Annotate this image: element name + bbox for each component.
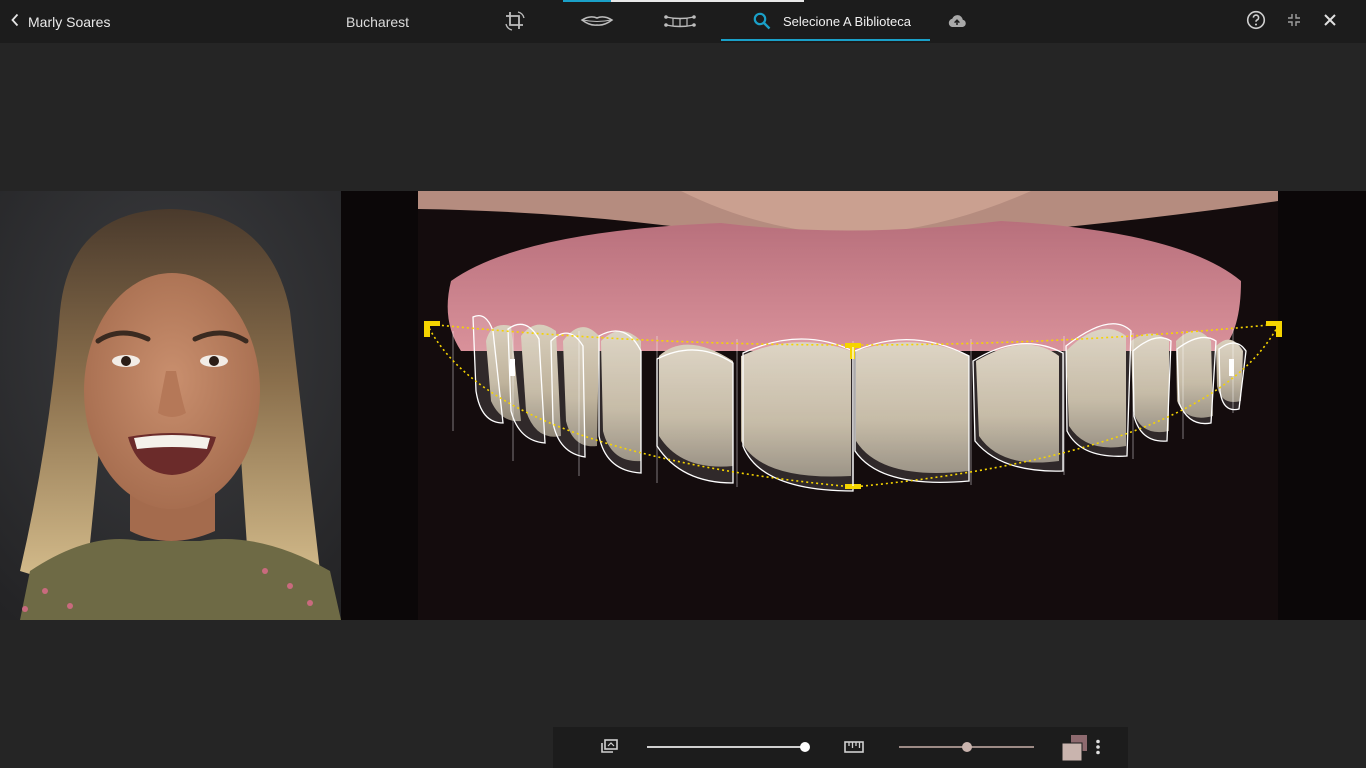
opacity-slider[interactable] bbox=[647, 741, 810, 753]
exit-fullscreen-button[interactable] bbox=[1283, 11, 1305, 33]
color-swatch-button[interactable] bbox=[1061, 734, 1089, 767]
chevron-left-icon bbox=[10, 13, 20, 32]
upload-button[interactable] bbox=[944, 8, 970, 34]
help-icon bbox=[1246, 10, 1266, 35]
size-slider-thumb[interactable] bbox=[961, 742, 972, 752]
patient-name: Marly Soares bbox=[28, 14, 111, 30]
lip-outline-icon bbox=[580, 14, 614, 28]
bottom-toolbar bbox=[553, 727, 1128, 768]
patient-portrait-photo bbox=[0, 191, 341, 620]
color-swatch-icon bbox=[1061, 735, 1089, 766]
more-options-button[interactable] bbox=[1095, 739, 1101, 760]
layers-button[interactable] bbox=[599, 738, 619, 761]
tab-select-library-label: Selecione A Biblioteca bbox=[783, 14, 911, 29]
ruler-button[interactable] bbox=[844, 740, 864, 759]
back-button[interactable]: Marly Soares bbox=[10, 12, 110, 32]
more-vertical-icon bbox=[1095, 739, 1101, 759]
app-window: Marly Soares Bucharest Selecione A Bibli… bbox=[0, 0, 1366, 768]
tab-select-library[interactable]: Selecione A Biblioteca bbox=[721, 0, 930, 43]
opacity-slider-thumb[interactable] bbox=[800, 742, 810, 752]
close-button[interactable] bbox=[1319, 11, 1341, 33]
case-city: Bucharest bbox=[346, 14, 410, 30]
top-bar: Marly Soares Bucharest Selecione A Bibli… bbox=[0, 0, 1366, 43]
help-button[interactable] bbox=[1245, 10, 1267, 35]
teeth-grid-button[interactable] bbox=[662, 8, 698, 34]
crop-rotate-button[interactable] bbox=[502, 8, 528, 34]
size-slider[interactable] bbox=[899, 741, 1034, 753]
active-tab-underline bbox=[721, 39, 930, 41]
layers-icon bbox=[599, 739, 619, 760]
fullscreen-exit-icon bbox=[1287, 13, 1301, 32]
search-icon bbox=[753, 12, 771, 35]
teeth-grid-icon bbox=[664, 13, 696, 29]
crop-rotate-icon bbox=[504, 10, 526, 32]
lip-outline-button[interactable] bbox=[578, 8, 616, 34]
ruler-icon bbox=[844, 741, 864, 758]
progress-fill bbox=[563, 0, 612, 2]
cloud-upload-icon bbox=[947, 14, 967, 28]
smile-closeup-view[interactable] bbox=[341, 191, 1366, 620]
opacity-slider-track bbox=[647, 746, 805, 748]
close-icon bbox=[1323, 13, 1337, 32]
